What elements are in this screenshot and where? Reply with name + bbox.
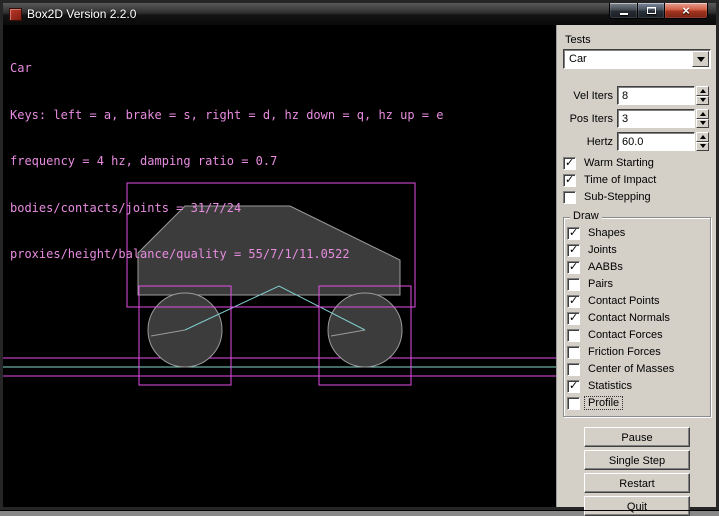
single-step-button[interactable]: Single Step	[584, 450, 690, 470]
checkbox-label: Pairs	[585, 278, 616, 290]
draw-group: Draw Shapes Joints AABBs Pairs	[563, 217, 711, 417]
close-button[interactable]: ×	[665, 3, 708, 19]
iteration-spinners: Vel Iters Pos Iters Hertz	[563, 86, 711, 151]
solver-toggles: Warm Starting Time of Impact Sub-Steppin…	[563, 155, 711, 205]
minimize-icon	[620, 13, 628, 15]
tests-dropdown-value: Car	[569, 53, 587, 65]
checkbox-sub-stepping[interactable]: Sub-Stepping	[563, 189, 711, 205]
checkbox-label: Statistics	[585, 380, 635, 392]
stats-bodies-text: bodies/contacts/joints = 31/7/24	[10, 201, 443, 217]
checkbox-statistics[interactable]: Statistics	[567, 378, 708, 394]
checkbox-label: AABBs	[585, 261, 626, 273]
minimize-button[interactable]	[609, 3, 638, 19]
maximize-icon	[647, 7, 656, 14]
checkbox-box[interactable]	[567, 261, 580, 274]
titlebar[interactable]: Box2D Version 2.2.0 ×	[3, 3, 716, 25]
checkbox-label: Center of Masses	[585, 363, 677, 375]
checkbox-time-of-impact[interactable]: Time of Impact	[563, 172, 711, 188]
close-icon: ×	[682, 4, 690, 18]
checkbox-box[interactable]	[567, 244, 580, 257]
vel-iters-row: Vel Iters	[563, 86, 711, 105]
spinner-down-icon[interactable]	[696, 142, 709, 152]
simulation-canvas[interactable]: Car Keys: left = a, brake = s, right = d…	[3, 25, 556, 507]
frequency-text: frequency = 4 hz, damping ratio = 0.7	[10, 154, 443, 170]
app-window: Box2D Version 2.2.0 ×	[0, 0, 719, 510]
debug-text-block: Car Keys: left = a, brake = s, right = d…	[10, 30, 443, 294]
chevron-down-icon	[697, 57, 705, 62]
checkbox-label: Time of Impact	[581, 174, 659, 186]
checkbox-box[interactable]	[563, 191, 576, 204]
vel-iters-spinner	[696, 86, 709, 105]
checkbox-box[interactable]	[567, 363, 580, 376]
checkbox-joints[interactable]: Joints	[567, 242, 708, 258]
checkbox-profile[interactable]: Profile	[567, 395, 708, 411]
checkbox-box[interactable]	[563, 174, 576, 187]
pause-button[interactable]: Pause	[584, 427, 690, 447]
checkbox-label: Friction Forces	[585, 346, 664, 358]
checkbox-label: Profile	[585, 397, 622, 409]
window-title: Box2D Version 2.2.0	[27, 7, 136, 21]
checkbox-box[interactable]	[567, 397, 580, 410]
checkbox-box[interactable]	[563, 157, 576, 170]
checkbox-box[interactable]	[567, 329, 580, 342]
control-panel: Tests Car Vel Iters Pos Iters	[556, 25, 716, 507]
draw-group-title: Draw	[570, 210, 602, 222]
checkbox-box[interactable]	[567, 227, 580, 240]
checkbox-contact-normals[interactable]: Contact Normals	[567, 310, 708, 326]
spinner-up-icon[interactable]	[696, 86, 709, 96]
test-name-text: Car	[10, 61, 443, 77]
checkbox-label: Contact Points	[585, 295, 663, 307]
stats-proxies-text: proxies/height/balance/quality = 55/7/1/…	[10, 247, 443, 263]
hertz-row: Hertz	[563, 132, 711, 151]
restart-button[interactable]: Restart	[584, 473, 690, 493]
spinner-up-icon[interactable]	[696, 109, 709, 119]
checkbox-box[interactable]	[567, 346, 580, 359]
dropdown-arrow-button[interactable]	[692, 51, 709, 67]
checkbox-contact-points[interactable]: Contact Points	[567, 293, 708, 309]
hertz-label: Hertz	[563, 136, 617, 148]
window-controls: ×	[609, 3, 708, 19]
checkbox-contact-forces[interactable]: Contact Forces	[567, 327, 708, 343]
checkbox-friction-forces[interactable]: Friction Forces	[567, 344, 708, 360]
tests-dropdown[interactable]: Car	[563, 49, 711, 69]
checkbox-box[interactable]	[567, 312, 580, 325]
keys-help-text: Keys: left = a, brake = s, right = d, hz…	[10, 108, 443, 124]
checkbox-box[interactable]	[567, 295, 580, 308]
action-buttons: Pause Single Step Restart Quit	[563, 427, 711, 516]
checkbox-aabbs[interactable]: AABBs	[567, 259, 708, 275]
vel-iters-label: Vel Iters	[563, 90, 617, 102]
checkbox-label: Warm Starting	[581, 157, 657, 169]
quit-button[interactable]: Quit	[584, 496, 690, 516]
spinner-down-icon[interactable]	[696, 96, 709, 106]
checkbox-label: Shapes	[585, 227, 628, 239]
pos-iters-spinner	[696, 109, 709, 128]
checkbox-label: Contact Forces	[585, 329, 666, 341]
pos-iters-label: Pos Iters	[563, 113, 617, 125]
vel-iters-input[interactable]	[617, 86, 695, 105]
checkbox-label: Joints	[585, 244, 620, 256]
checkbox-warm-starting[interactable]: Warm Starting	[563, 155, 711, 171]
spinner-down-icon[interactable]	[696, 119, 709, 129]
box2d-app-icon	[9, 8, 22, 21]
checkbox-box[interactable]	[567, 380, 580, 393]
maximize-button[interactable]	[638, 3, 665, 19]
pos-iters-input[interactable]	[617, 109, 695, 128]
tests-label: Tests	[565, 34, 711, 46]
checkbox-pairs[interactable]: Pairs	[567, 276, 708, 292]
hertz-input[interactable]	[617, 132, 695, 151]
checkbox-center-of-masses[interactable]: Center of Masses	[567, 361, 708, 377]
hertz-spinner	[696, 132, 709, 151]
checkbox-box[interactable]	[567, 278, 580, 291]
spinner-up-icon[interactable]	[696, 132, 709, 142]
pos-iters-row: Pos Iters	[563, 109, 711, 128]
checkbox-shapes[interactable]: Shapes	[567, 225, 708, 241]
checkbox-label: Sub-Stepping	[581, 191, 654, 203]
checkbox-label: Contact Normals	[585, 312, 673, 324]
